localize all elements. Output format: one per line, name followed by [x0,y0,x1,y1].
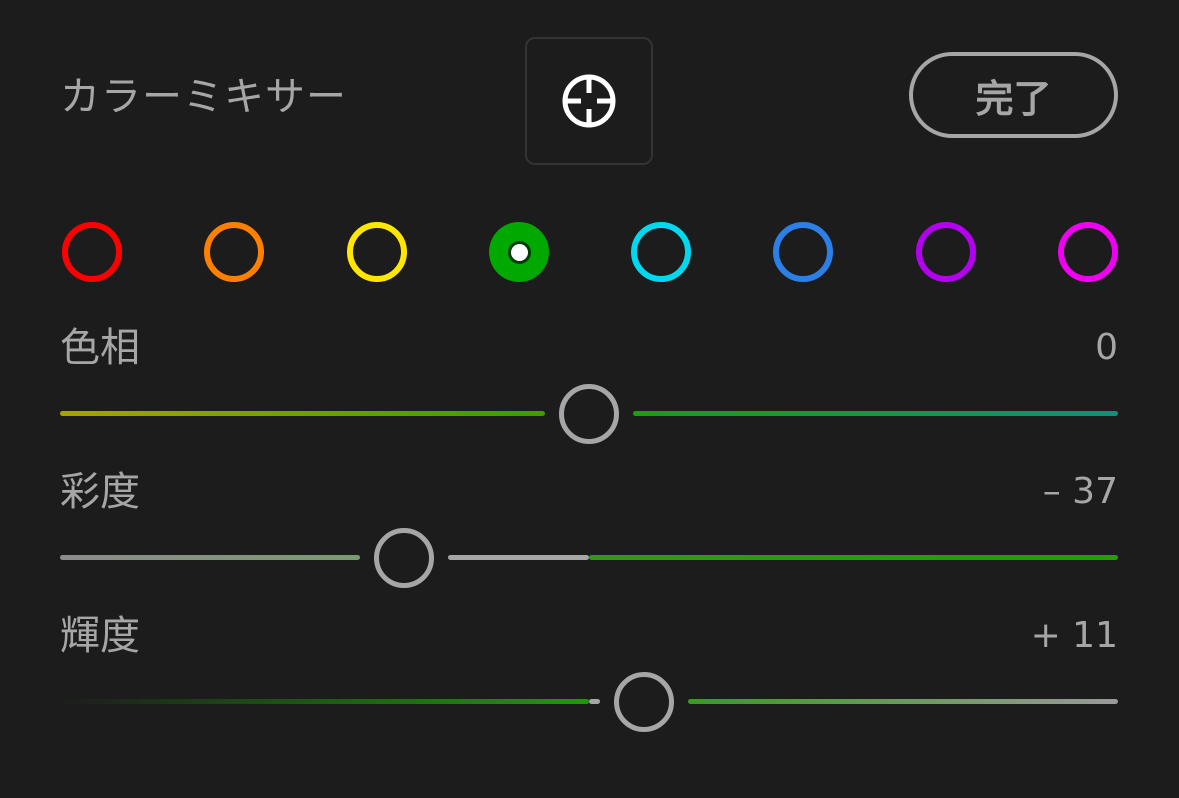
luminance-label: 輝度 [60,613,140,659]
slider-thumb[interactable] [559,384,619,444]
swatch-blue[interactable] [773,222,833,282]
luminance-slider[interactable] [60,672,1118,732]
slider-thumb[interactable] [613,672,674,732]
crosshair-icon [562,74,616,128]
slider-track-right [589,555,1118,560]
swatch-yellow[interactable] [347,222,407,282]
hue-value[interactable]: 0 [1095,323,1118,373]
hue-slider[interactable] [60,384,1118,444]
slider-track-middle [448,555,589,560]
swatch-orange[interactable] [204,222,264,282]
slider-track-middle [589,699,600,704]
swatch-green[interactable] [489,222,549,282]
saturation-slider[interactable] [60,528,1118,588]
slider-track-left [60,411,545,416]
hue-label: 色相 [60,325,140,371]
done-button[interactable]: 完了 [909,52,1118,138]
saturation-value[interactable]: – 37 [1043,467,1118,517]
target-adjustment-button[interactable] [525,37,653,165]
swatch-purple[interactable] [916,222,976,282]
slider-track-left [60,555,361,560]
slider-thumb[interactable] [374,528,435,588]
color-mixer-panel: カラーミキサー 完了 色相 0 彩度 – 37 輝度 + 11 [0,0,1179,798]
slider-track-left [60,699,589,704]
color-swatch-row [62,222,1118,282]
selected-indicator-dot [510,243,528,261]
luminance-value[interactable]: + 11 [1031,611,1118,661]
swatch-magenta[interactable] [1058,222,1118,282]
slider-track-right [687,699,1118,704]
saturation-label: 彩度 [60,469,140,515]
panel-title: カラーミキサー [60,74,347,120]
swatch-aqua[interactable] [631,222,691,282]
swatch-red[interactable] [62,222,122,282]
slider-track-right [633,411,1118,416]
